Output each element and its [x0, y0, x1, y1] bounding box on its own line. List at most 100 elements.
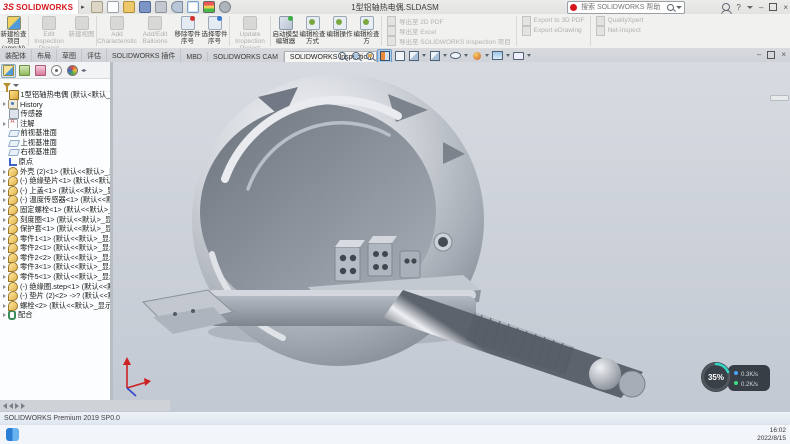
ribbon-button-remove-balloons[interactable]: 移除零件序号 [174, 14, 201, 48]
tree-row[interactable]: 零件3<1> (默认<<默认>_显示状 [0, 263, 110, 273]
ribbon-button-balloons[interactable]: Add/Edit Balloons [136, 14, 174, 48]
tree-row[interactable]: 零件2<2> (默认<<默认>_显示状 [0, 253, 110, 263]
filter-icon[interactable] [3, 83, 11, 88]
view-orientation-caret-icon[interactable] [422, 54, 426, 57]
expand-arrow-icon[interactable] [3, 237, 6, 241]
previous-view-button[interactable] [363, 50, 376, 62]
ribbon-button-update-project[interactable]: Update Inspection Project [231, 14, 269, 48]
panel-tab-arrows[interactable]: ◂ ▸ [81, 67, 86, 74]
expand-arrow-icon[interactable] [3, 227, 6, 231]
tree-row[interactable]: 上视基准面 [0, 138, 110, 148]
widgets-icon[interactable] [6, 428, 19, 441]
tree-row[interactable]: (-) 绝缘垫片<1> (默认<<默认>_显 [0, 176, 110, 186]
search-icon[interactable] [667, 4, 674, 11]
section-view-button[interactable] [377, 49, 392, 63]
ribbon-button-edit-method[interactable]: 编辑检查方式 [299, 14, 326, 48]
tree-row[interactable]: 螺栓<2> (默认<<默认>_显示状态 [0, 301, 110, 311]
ribbon-export-item[interactable]: Net-Inspect [596, 26, 644, 35]
tab-scroll-arrows[interactable] [0, 403, 28, 411]
tree-row[interactable]: 前视基准面 [0, 128, 110, 138]
open-button[interactable] [123, 1, 135, 13]
tree-row[interactable]: 右视基准面 [0, 148, 110, 158]
select-button[interactable] [187, 1, 199, 13]
ribbon-button-edit-operation[interactable]: 编辑操作 [326, 14, 353, 48]
doc-minimize-button[interactable]: – [757, 50, 761, 59]
expand-arrow-icon[interactable] [3, 313, 6, 317]
help-caret-icon[interactable] [747, 6, 753, 9]
commandmanager-tab[interactable]: SOLIDWORKS 插件 [107, 49, 181, 62]
ribbon-export-item[interactable]: 导出至 2D PDF [387, 16, 511, 25]
3d-model-canvas[interactable]: 0.3K/s 0.2K/s 35% [113, 62, 790, 411]
commandmanager-tab[interactable]: 布局 [32, 49, 57, 62]
minimize-button[interactable]: – [759, 3, 763, 12]
tree-row[interactable]: (-) 绝缘圈.step<1> (默认<<默认> [0, 282, 110, 292]
expand-arrow-icon[interactable] [3, 179, 6, 183]
apply-scene-button[interactable] [491, 50, 504, 62]
panel-tab-configuration[interactable] [33, 64, 48, 78]
tree-row[interactable]: 固定螺栓<1> (默认<<默认>_显示 [0, 205, 110, 215]
tree-row[interactable]: History [0, 100, 110, 110]
tree-row[interactable]: 零件2<1> (默认<<默认>_显示状 [0, 244, 110, 254]
tree-row[interactable]: 零件5<1> (默认<<默认>_显示状 [0, 272, 110, 282]
login-icon[interactable] [722, 3, 730, 11]
expand-arrow-icon[interactable] [3, 285, 6, 289]
expand-arrow-icon[interactable] [3, 102, 6, 106]
zoom-area-button[interactable] [349, 50, 362, 62]
save-button[interactable] [139, 1, 151, 13]
panel-tab-featuretree[interactable] [1, 64, 16, 78]
ribbon-export-item[interactable]: 导出至 SOLIDWORKS Inspection 项目 [387, 36, 511, 45]
search-input[interactable] [579, 3, 665, 12]
options-button[interactable] [219, 1, 231, 13]
print-button[interactable] [155, 1, 167, 13]
expand-arrow-icon[interactable] [3, 304, 6, 308]
tree-row[interactable]: (-) 垫片 (2)<2> ->? (默认<<默认 [0, 291, 110, 301]
performance-widget[interactable]: 0.3K/s 0.2K/s 35% [701, 362, 770, 392]
ribbon-export-item[interactable]: Export to 3D PDF [522, 16, 585, 25]
display-style-button[interactable] [428, 50, 441, 62]
help-button[interactable]: ? [736, 3, 740, 12]
display-settings-button[interactable] [203, 1, 215, 13]
hide-show-items-button[interactable] [449, 50, 462, 62]
apply-scene-caret-icon[interactable] [506, 54, 510, 57]
help-search-box[interactable] [567, 1, 685, 14]
expand-arrow-icon[interactable] [3, 218, 6, 222]
view-settings-caret-icon[interactable] [527, 54, 531, 57]
expand-arrow-icon[interactable] [3, 256, 6, 260]
commandmanager-tab[interactable]: 评估 [82, 49, 107, 62]
commandmanager-tab[interactable]: 装配体 [0, 49, 32, 62]
tree-row[interactable]: 保护套<1> (默认<<默认>_显示状 [0, 224, 110, 234]
view-orientation-button[interactable] [407, 50, 420, 62]
expand-arrow-icon[interactable] [3, 170, 6, 174]
doc-restore-button[interactable] [767, 51, 775, 59]
expand-arrow-icon[interactable] [3, 208, 6, 212]
tree-row[interactable]: 注解 [0, 119, 110, 129]
tree-row[interactable]: 零件1<1> (默认<<默认>_显示状态 [0, 234, 110, 244]
tree-row[interactable]: 刻度圈<1> (默认<<默认>_显示状 [0, 215, 110, 225]
tree-row[interactable]: (-) 温度传感器<1> (默认<<默认>_ [0, 196, 110, 206]
new-document-button[interactable] [107, 1, 119, 13]
hide-show-items-caret-icon[interactable] [464, 54, 468, 57]
expand-arrow-icon[interactable] [3, 246, 6, 250]
restore-button[interactable] [769, 3, 777, 11]
tree-row[interactable]: 配合 [0, 311, 110, 321]
ribbon-button-new-view[interactable]: 新建视图 [68, 14, 95, 48]
expand-arrow-icon[interactable] [3, 189, 6, 193]
ribbon-export-item[interactable]: QualityXpert [596, 16, 644, 25]
tree-row[interactable]: (-) 上盖<1> (默认<<默认>_显示状 [0, 186, 110, 196]
search-caret-icon[interactable] [676, 6, 682, 9]
ribbon-export-item[interactable]: 导出至 Excel [387, 26, 511, 35]
panel-tab-dimxpert[interactable] [49, 64, 64, 78]
doc-close-button[interactable]: × [781, 50, 786, 59]
3d-model[interactable] [143, 74, 645, 398]
display-style-caret-icon[interactable] [443, 54, 447, 57]
ribbon-button-edit-inspection[interactable]: 编辑检查方 [353, 14, 380, 48]
ribbon-button-new-project[interactable]: 新建检查项目 (amp;N) [0, 14, 27, 48]
expand-arrow-icon[interactable] [3, 198, 6, 202]
tree-row[interactable]: 1型铝轴热电偶 (默认<默认_显示状态-1> [0, 90, 110, 100]
commandmanager-tab[interactable]: MBD [181, 52, 208, 62]
close-button[interactable]: × [783, 3, 788, 12]
expand-arrow-icon[interactable] [3, 294, 6, 298]
tree-row[interactable]: 传感器 [0, 109, 110, 119]
ribbon-export-item[interactable]: Export eDrawing [522, 26, 585, 35]
expand-arrow-icon[interactable] [3, 122, 6, 126]
